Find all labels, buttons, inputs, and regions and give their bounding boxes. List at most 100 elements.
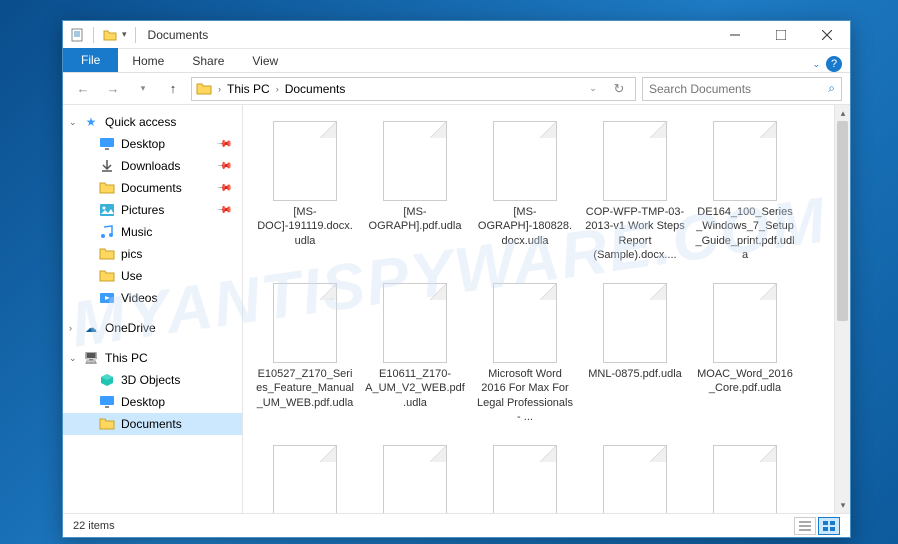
forward-button[interactable]: → [101, 77, 125, 101]
new-folder-icon[interactable] [102, 27, 118, 43]
sidebar-item-desktop[interactable]: Desktop [63, 391, 242, 413]
nav-label: Desktop [121, 137, 165, 151]
help-icon[interactable]: ? [826, 56, 842, 72]
file-icon [383, 445, 447, 513]
sidebar-item-videos[interactable]: Videos [63, 287, 242, 309]
maximize-button[interactable] [758, 21, 804, 49]
file-item[interactable]: [MS-OGRAPH].pdf.udla [361, 117, 469, 277]
tab-view[interactable]: View [238, 50, 292, 72]
ribbon-collapse-icon[interactable]: ⌄ [812, 59, 820, 70]
sidebar-item-downloads[interactable]: Downloads📌 [63, 155, 242, 177]
file-item[interactable]: COP-WFP-TMP-03-2013-v1 Work Steps Report… [581, 117, 689, 277]
navigation-pane: ⌄ ★ Quick access Desktop📌Downloads📌Docum… [63, 105, 243, 513]
file-name: E10527_Z170_Series_Feature_Manual_UM_WEB… [255, 367, 355, 410]
file-item[interactable] [361, 441, 469, 513]
scrollbar[interactable]: ▴ ▾ [834, 105, 850, 513]
sidebar-item-use[interactable]: Use [63, 265, 242, 287]
nav-onedrive[interactable]: › ☁ OneDrive [63, 317, 242, 339]
file-item[interactable] [691, 441, 799, 513]
nav-quick-access[interactable]: ⌄ ★ Quick access [63, 111, 242, 133]
search-box[interactable]: ⌕ [642, 77, 842, 101]
nav-label: Documents [121, 181, 182, 195]
file-icon [273, 121, 337, 201]
expand-icon[interactable]: ⌄ [69, 353, 77, 364]
file-icon [603, 445, 667, 513]
nav-label: Videos [121, 291, 157, 305]
explorer-window: ▾ Documents File Home Share View ⌄ ? ← → [62, 20, 851, 538]
nav-label: OneDrive [105, 321, 156, 335]
file-item[interactable]: Microsoft Word 2016 For Max For Legal Pr… [471, 279, 579, 439]
nav-label: Pictures [121, 203, 164, 217]
body: ⌄ ★ Quick access Desktop📌Downloads📌Docum… [63, 105, 850, 513]
file-icon [273, 445, 337, 513]
sidebar-item-desktop[interactable]: Desktop 📌 [63, 133, 242, 155]
sidebar-item-documents[interactable]: Documents [63, 413, 242, 435]
back-button[interactable]: ← [71, 77, 95, 101]
address-dropdown-icon[interactable]: ⌄ [581, 77, 605, 101]
qat-customize-icon[interactable]: ▾ [122, 29, 127, 40]
3d-icon [99, 372, 115, 388]
file-name: [MS-OGRAPH].pdf.udla [365, 205, 465, 234]
scroll-up-icon[interactable]: ▴ [835, 105, 850, 121]
statusbar: 22 items [63, 513, 850, 537]
sidebar-item-music[interactable]: Music [63, 221, 242, 243]
file-icon [603, 283, 667, 363]
refresh-icon[interactable]: ↻ [607, 77, 631, 101]
file-tab[interactable]: File [63, 48, 118, 72]
download-icon [99, 158, 115, 174]
file-name: [MS-OGRAPH]-180828.docx.udla [475, 205, 575, 248]
file-item[interactable] [251, 441, 359, 513]
pin-icon: 📌 [215, 202, 232, 219]
pic-icon [99, 202, 115, 218]
chevron-right-icon[interactable]: › [216, 84, 223, 94]
file-item[interactable]: E10527_Z170_Series_Feature_Manual_UM_WEB… [251, 279, 359, 439]
pin-icon: 📌 [215, 136, 232, 153]
window-title: Documents [148, 28, 209, 42]
nav-label: Desktop [121, 395, 165, 409]
search-input[interactable] [649, 82, 828, 96]
properties-icon[interactable] [69, 27, 85, 43]
address-bar[interactable]: › This PC › Documents ⌄ ↻ [191, 77, 636, 101]
file-item[interactable]: [MS-DOC]-191119.docx.udla [251, 117, 359, 277]
minimize-button[interactable] [712, 21, 758, 49]
details-view-button[interactable] [794, 517, 816, 535]
file-item[interactable]: MOAC_Word_2016_Core.pdf.udla [691, 279, 799, 439]
expand-icon[interactable]: › [69, 323, 72, 333]
address-row: ← → ▾ ↑ › This PC › Documents ⌄ ↻ ⌕ [63, 73, 850, 105]
tab-home[interactable]: Home [118, 50, 178, 72]
video-icon [99, 290, 115, 306]
sidebar-item-pics[interactable]: pics [63, 243, 242, 265]
separator [93, 27, 94, 43]
scroll-down-icon[interactable]: ▾ [835, 497, 850, 513]
nav-label: Music [121, 225, 152, 239]
file-item[interactable] [581, 441, 689, 513]
expand-icon[interactable]: ⌄ [69, 117, 77, 128]
file-icon [603, 121, 667, 201]
nav-label: Use [121, 269, 142, 283]
file-icon [493, 445, 557, 513]
search-icon[interactable]: ⌕ [828, 81, 835, 96]
file-icon [383, 121, 447, 201]
recent-locations-button[interactable]: ▾ [131, 77, 155, 101]
file-item[interactable]: DE164_100_Series_Windows_7_Setup_Guide_p… [691, 117, 799, 277]
file-item[interactable] [471, 441, 579, 513]
titlebar: ▾ Documents [63, 21, 850, 49]
scrollbar-thumb[interactable] [837, 121, 848, 321]
close-button[interactable] [804, 21, 850, 49]
sidebar-item-3d-objects[interactable]: 3D Objects [63, 369, 242, 391]
breadcrumb-segment[interactable]: This PC [223, 82, 274, 96]
chevron-right-icon[interactable]: › [274, 84, 281, 94]
file-item[interactable]: E10611_Z170-A_UM_V2_WEB.pdf.udla [361, 279, 469, 439]
file-name: [MS-DOC]-191119.docx.udla [255, 205, 355, 248]
ribbon: File Home Share View ⌄ ? [63, 49, 850, 73]
folder-icon [99, 416, 115, 432]
sidebar-item-documents[interactable]: Documents📌 [63, 177, 242, 199]
up-button[interactable]: ↑ [161, 77, 185, 101]
tab-share[interactable]: Share [178, 50, 238, 72]
icons-view-button[interactable] [818, 517, 840, 535]
sidebar-item-pictures[interactable]: Pictures 📌 [63, 199, 242, 221]
nav-this-pc[interactable]: ⌄ 🖥 This PC [63, 347, 242, 369]
file-item[interactable]: MNL-0875.pdf.udla [581, 279, 689, 439]
breadcrumb-segment[interactable]: Documents [281, 82, 350, 96]
file-item[interactable]: [MS-OGRAPH]-180828.docx.udla [471, 117, 579, 277]
